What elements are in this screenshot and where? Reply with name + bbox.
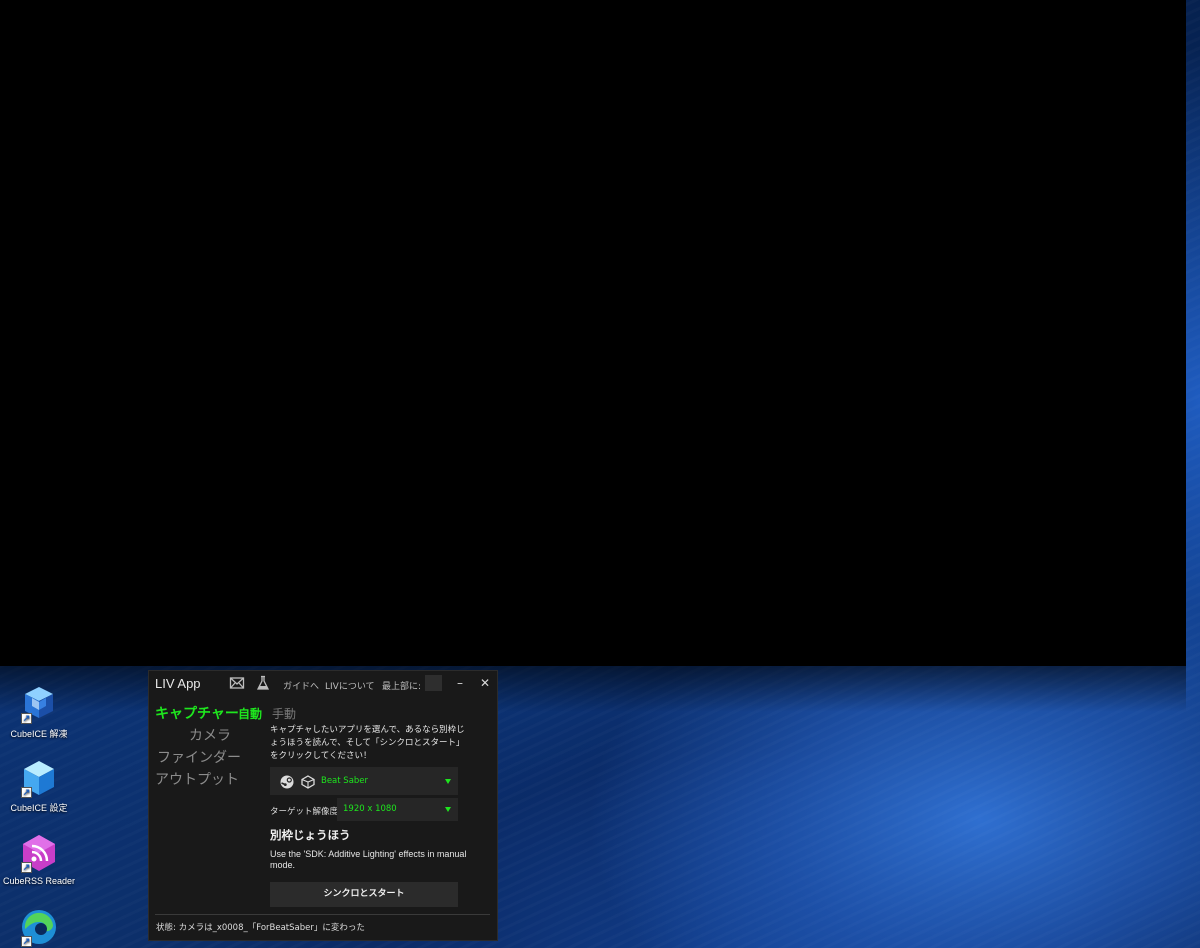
desktop-icon-edge[interactable]: ↗ — [2, 907, 76, 948]
resolution-value: 1920 x 1080 — [343, 804, 397, 814]
edge-browser-icon: ↗ — [19, 907, 59, 947]
unity-icon — [301, 774, 315, 789]
cuberss-reader-icon: ↗ — [19, 833, 59, 873]
target-app-dropdown[interactable]: Beat Saber — [270, 767, 458, 795]
always-on-top-label: 最上部に: — [382, 682, 422, 692]
tab-manual[interactable]: 手動 — [272, 705, 296, 722]
nav-camera[interactable]: カメラ — [189, 725, 231, 745]
nav-capture[interactable]: キャプチャー — [155, 703, 239, 723]
divider — [155, 914, 490, 915]
camera-preview-window — [0, 0, 1186, 666]
desktop-icon-cubeice-extract[interactable]: ↗ CubeICE 解凍 — [2, 684, 76, 740]
nav-output[interactable]: アウトプット — [155, 769, 239, 789]
target-resolution-dropdown[interactable]: 1920 x 1080 — [337, 798, 458, 821]
desktop-icon-label: CubeICE 解凍 — [10, 729, 68, 739]
cubeice-extract-icon: ↗ — [19, 684, 59, 724]
mail-icon[interactable] — [229, 675, 245, 691]
status-text: 状態: カメラは_x0008_「ForBeatSaber」に変わった — [156, 923, 365, 933]
title-bar[interactable]: LIV App ガイドへ LIVについて 最上部に: – ✕ — [149, 671, 497, 697]
nav-finder[interactable]: ファインダー — [157, 747, 241, 767]
app-title: LIV App — [155, 676, 201, 691]
desktop-icon-cubeice-settings[interactable]: ↗ CubeICE 設定 — [2, 758, 76, 814]
section-title: 別枠じょうほう — [270, 828, 351, 842]
tab-auto[interactable]: 自動 — [238, 705, 262, 722]
liv-app-window: LIV App ガイドへ LIVについて 最上部に: – ✕ キャプチャー カメ… — [148, 670, 498, 941]
steam-icon — [280, 774, 294, 789]
sync-and-start-button[interactable]: シンクロとスタート — [270, 882, 458, 907]
target-resolution-label: ターゲット解像度: — [270, 807, 341, 817]
guide-link[interactable]: ガイドへ — [283, 679, 319, 692]
desktop-icon-label: CubeRSS Reader — [2, 876, 76, 886]
selected-app-value: Beat Saber — [321, 776, 369, 786]
additive-lighting-hint: Use the 'SDK: Additive Lighting' effects… — [270, 849, 467, 870]
desktop-icon-cuberss-reader[interactable]: ↗ CubeRSS Reader — [2, 833, 76, 886]
chevron-down-icon — [445, 779, 451, 784]
flask-icon[interactable] — [255, 675, 271, 691]
minimize-button[interactable]: – — [451, 674, 469, 692]
about-liv-link[interactable]: LIVについて — [325, 679, 375, 692]
desktop-icon-label: CubeICE 設定 — [10, 803, 68, 813]
cubeice-settings-icon: ↗ — [19, 758, 59, 798]
chevron-down-icon — [445, 807, 451, 812]
always-on-top-checkbox[interactable] — [425, 675, 442, 691]
close-button[interactable]: ✕ — [476, 674, 494, 692]
capture-description: キャプチャしたいアプリを選んで、あるなら別枠じょうほうを読んで、そして「シンクロ… — [270, 725, 465, 761]
